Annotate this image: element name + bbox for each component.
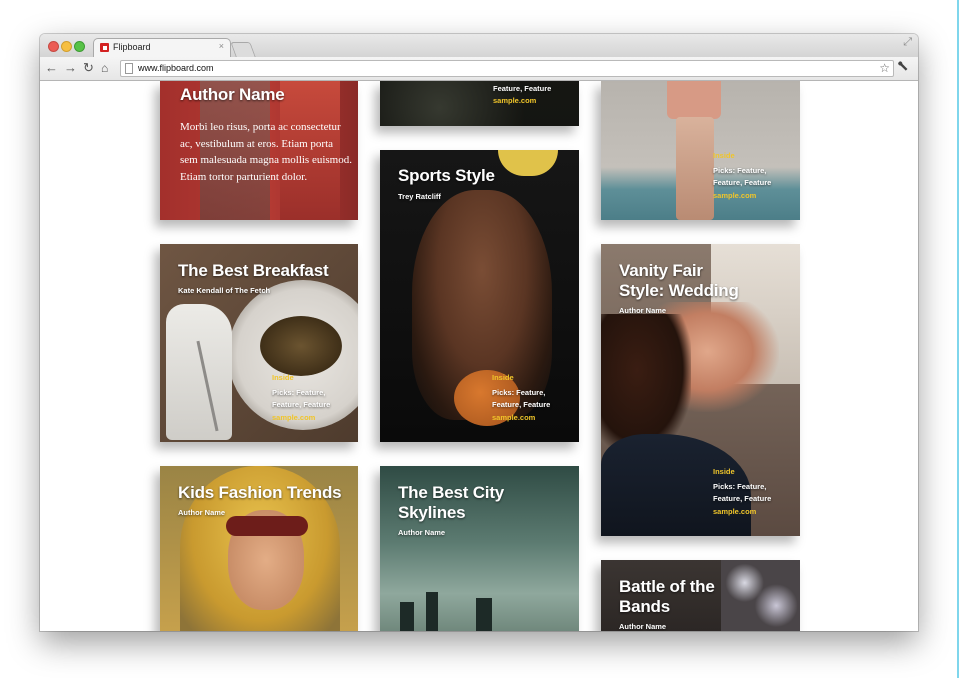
wrench-menu-icon[interactable]	[894, 58, 913, 77]
card-author-name[interactable]: Author Name Morbi leo risus, porta ac co…	[160, 81, 358, 220]
zoom-window-button[interactable]	[74, 41, 85, 52]
card-author: Author Name	[178, 508, 226, 517]
card-inside-label: Inside	[713, 467, 735, 476]
tab-flipboard[interactable]: Flipboard ×	[93, 38, 231, 57]
new-tab-button[interactable]	[230, 42, 256, 57]
card-picks: Picks: Feature, Feature, Feature	[272, 388, 331, 409]
card-inside-label: Inside	[713, 151, 735, 160]
card-title: Battle of the Bands	[619, 577, 715, 616]
card-photo-shorts	[667, 81, 721, 119]
page-edge-line	[957, 0, 959, 678]
card-author: Author Name	[398, 528, 446, 537]
flipboard-page: Author Name Morbi leo risus, porta ac co…	[40, 81, 918, 631]
tab-bar: Flipboard × ⤢	[40, 34, 918, 57]
card-photo-legs	[676, 117, 714, 220]
card-inside-label: Inside	[492, 373, 514, 382]
card-photo-napkin	[166, 304, 232, 440]
card-picks: Picks: Feature, Feature, Feature	[713, 482, 772, 503]
tab-title: Flipboard	[113, 42, 151, 52]
home-icon[interactable]: ⌂	[101, 59, 108, 77]
address-bar[interactable]: www.flipboard.com ☆	[120, 60, 894, 77]
card-sports-style[interactable]: Sports Style Trey Ratcliff Inside Picks:…	[380, 150, 579, 442]
card-photo-building-3	[476, 598, 492, 631]
card-author: Trey Ratcliff	[398, 192, 441, 201]
url-text[interactable]: www.flipboard.com	[138, 63, 214, 73]
card-photo-sunglasses	[226, 516, 308, 536]
flipboard-favicon-icon	[100, 43, 109, 52]
card-body-text: Morbi leo risus, porta ac consectetur ac…	[180, 121, 352, 183]
card-title: Vanity Fair Style: Wedding	[619, 261, 739, 300]
card-photo-food	[260, 316, 342, 376]
card-picks: Picks: Feature, Feature, Feature	[713, 166, 772, 187]
forward-arrow-icon[interactable]: →	[64, 59, 77, 77]
reload-icon[interactable]: ↻	[83, 59, 94, 77]
card-picks: Feature, Feature	[493, 84, 552, 93]
card-title: Sports Style	[398, 166, 495, 185]
card-top-middle[interactable]: Feature, Feature sample.com	[380, 81, 579, 126]
card-author: Author Name	[619, 306, 667, 315]
page-icon	[125, 63, 133, 74]
card-vanity-fair[interactable]: Vanity Fair Style: Wedding Author Name I…	[601, 244, 800, 536]
browser-toolbar: ← → ↻ ⌂ www.flipboard.com ☆	[40, 57, 918, 81]
card-best-breakfast[interactable]: The Best Breakfast Kate Kendall of The F…	[160, 244, 358, 442]
card-photo-building-2	[426, 592, 438, 631]
card-title: Kids Fashion Trends	[178, 483, 342, 502]
card-battle-bands[interactable]: Battle of the Bands Author Name	[601, 560, 800, 631]
card-photo-building-1	[400, 602, 414, 631]
card-inside-label: Inside	[272, 373, 294, 382]
card-author: Kate Kendall of The Fetch	[178, 286, 271, 295]
card-kids-fashion[interactable]: Kids Fashion Trends Author Name	[160, 466, 358, 631]
card-source-link[interactable]: sample.com	[492, 413, 535, 422]
tab-close-icon[interactable]: ×	[219, 41, 224, 51]
card-source-link[interactable]: sample.com	[713, 191, 756, 200]
bookmark-star-icon[interactable]: ☆	[879, 61, 890, 75]
card-source-link[interactable]: sample.com	[493, 96, 536, 105]
card-author: Author Name	[619, 622, 667, 631]
card-title: Author Name	[180, 85, 285, 104]
card-title: The Best City Skylines	[398, 483, 505, 522]
fullscreen-icon[interactable]: ⤢	[903, 36, 912, 49]
card-photo-hair	[601, 314, 691, 454]
browser-window: Flipboard × ⤢ ← → ↻ ⌂ www.flipboard.com …	[40, 34, 918, 631]
card-title: The Best Breakfast	[178, 261, 329, 280]
card-picks: Picks: Feature, Feature, Feature	[492, 388, 551, 409]
minimize-window-button[interactable]	[61, 41, 72, 52]
close-window-button[interactable]	[48, 41, 59, 52]
card-city-skylines[interactable]: The Best City Skylines Author Name	[380, 466, 579, 631]
card-source-link[interactable]: sample.com	[272, 413, 315, 422]
card-source-link[interactable]: sample.com	[713, 507, 756, 516]
back-arrow-icon[interactable]: ←	[45, 59, 58, 77]
card-top-right[interactable]: Inside Picks: Feature, Feature, Feature …	[601, 81, 800, 220]
card-photo-confetti	[721, 560, 800, 631]
